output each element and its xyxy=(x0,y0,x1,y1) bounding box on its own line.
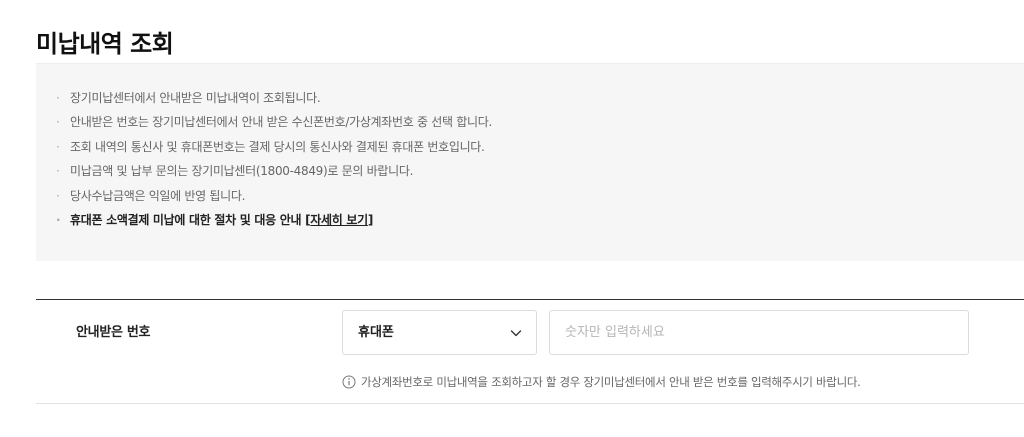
notice-item-guide: · 휴대폰 소액결제 미납에 대한 절차 및 대응 안내 [자세히 보기] xyxy=(56,208,492,232)
form-top-divider xyxy=(36,299,1024,300)
bullet-icon: · xyxy=(56,139,60,154)
help-row: 가상계좌번호로 미납내역을 조회하고자 할 경우 장기미납센터에서 안내 받은 … xyxy=(342,371,861,389)
notice-guide-suffix: ] xyxy=(367,213,374,228)
details-link[interactable]: 자세히 보기 xyxy=(310,213,368,227)
notice-list: · 장기미납센터에서 안내받은 미납내역이 조회됩니다. · 안내받은 번호는 … xyxy=(56,86,492,232)
help-text: 가상계좌번호로 미납내역을 조회하고자 할 경우 장기미납센터에서 안내 받은 … xyxy=(361,374,861,389)
notice-item-text: 안내받은 번호는 장기미납센터에서 안내 받은 수신폰번호/가상계좌번호 중 선… xyxy=(70,115,493,130)
notice-item: · 안내받은 번호는 장기미납센터에서 안내 받은 수신폰번호/가상계좌번호 중… xyxy=(56,110,492,134)
number-type-select[interactable]: 휴대폰 xyxy=(342,310,537,355)
info-circle-icon xyxy=(342,375,356,388)
notice-item: · 조회 내역의 통신사 및 휴대폰번호는 결제 당시의 통신사와 결제된 휴대… xyxy=(56,135,492,159)
form-bottom-divider xyxy=(36,403,1024,404)
notice-box: · 장기미납센터에서 안내받은 미납내역이 조회됩니다. · 안내받은 번호는 … xyxy=(36,63,1024,261)
notice-item-text: 미납금액 및 납부 문의는 장기미납센터(1800-4849)로 문의 바랍니다… xyxy=(70,164,414,179)
notice-item-text: 장기미납센터에서 안내받은 미납내역이 조회됩니다. xyxy=(70,91,321,105)
bullet-icon: · xyxy=(56,91,60,105)
notice-guide-text: 휴대폰 소액결제 미납에 대한 절차 및 대응 안내 [ xyxy=(70,213,311,228)
bullet-icon: · xyxy=(56,213,61,228)
bullet-icon: · xyxy=(56,164,60,179)
bullet-icon: · xyxy=(56,115,60,130)
notice-item: · 당사수납금액은 익일에 반영 됩니다. xyxy=(56,184,492,208)
page-title: 미납내역 조회 xyxy=(36,30,174,59)
chevron-down-icon xyxy=(510,330,522,337)
bullet-icon: · xyxy=(56,188,60,203)
notice-item: · 장기미납센터에서 안내받은 미납내역이 조회됩니다. xyxy=(56,86,492,110)
number-input[interactable] xyxy=(549,310,969,355)
received-number-label: 안내받은 번호 xyxy=(76,325,151,340)
notice-item-text: 당사수납금액은 익일에 반영 됩니다. xyxy=(70,188,246,203)
notice-item-text: 조회 내역의 통신사 및 휴대폰번호는 결제 당시의 통신사와 결제된 휴대폰 … xyxy=(70,139,485,154)
number-type-select-value: 휴대폰 xyxy=(358,325,394,340)
notice-item: · 미납금액 및 납부 문의는 장기미납센터(1800-4849)로 문의 바랍… xyxy=(56,159,492,183)
